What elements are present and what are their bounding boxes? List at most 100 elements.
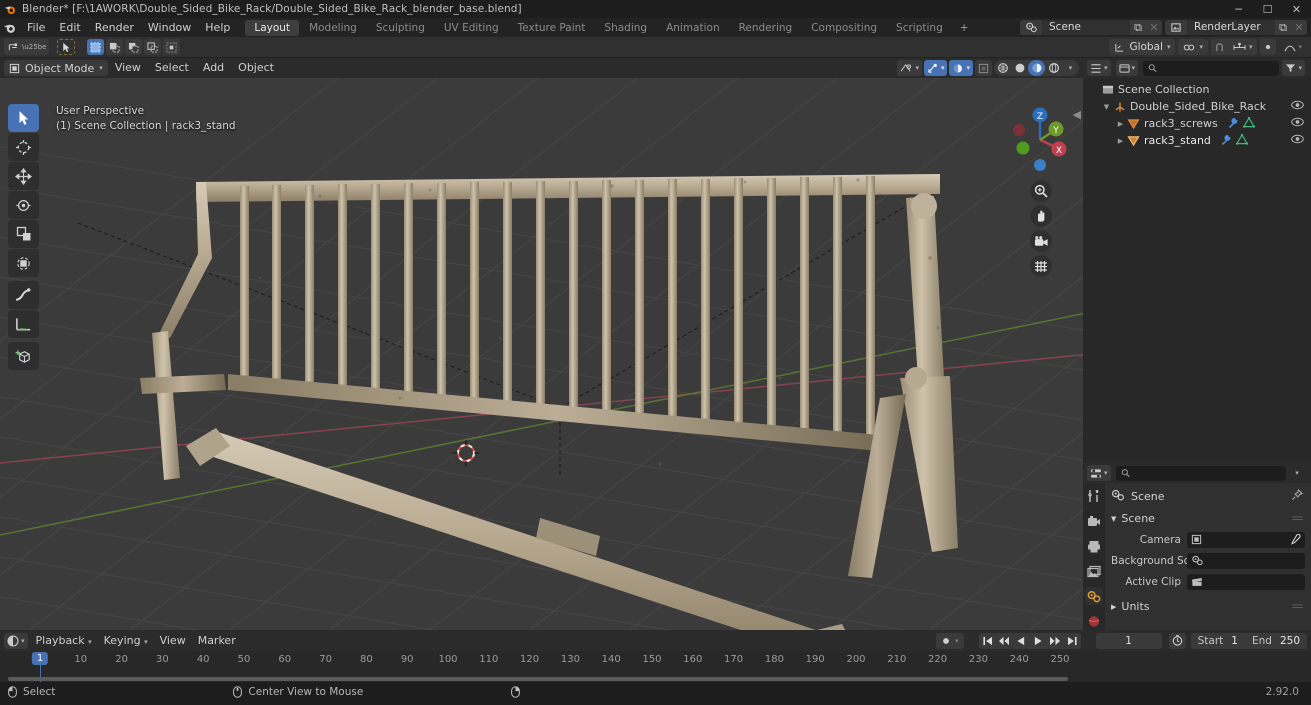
cursor-tool[interactable] <box>8 133 39 161</box>
outliner-row-scene-collection[interactable]: Scene Collection <box>1085 81 1309 98</box>
workspace-tab-sculpting[interactable]: Sculpting <box>367 20 434 36</box>
menu-file[interactable]: File <box>20 18 52 37</box>
modifier-icon[interactable] <box>1220 134 1232 148</box>
workspace-tab-texture-paint[interactable]: Texture Paint <box>509 20 595 36</box>
viewport-menu-object[interactable]: Object <box>231 60 281 76</box>
maximize-button[interactable]: ☐ <box>1253 0 1282 18</box>
current-frame-field[interactable]: 1 <box>1095 632 1162 649</box>
annotate-tool[interactable] <box>8 281 39 309</box>
scene-icon[interactable] <box>1020 20 1042 35</box>
camera-field[interactable] <box>1187 531 1305 548</box>
outliner-editor-type-icon[interactable]: ▾ <box>1087 60 1111 76</box>
viewlayer-name-field[interactable]: RenderLayer <box>1187 20 1275 35</box>
playhead-marker[interactable]: 1 <box>31 652 49 665</box>
play-reverse-button[interactable] <box>1013 633 1030 649</box>
add-workspace-button[interactable]: + <box>953 20 976 36</box>
disclosure-triangle-closed-icon[interactable]: ▶ <box>1115 120 1126 128</box>
pin-icon[interactable] <box>1291 488 1304 504</box>
measure-tool[interactable] <box>8 310 39 338</box>
timeline-menu-playback[interactable]: Playback ▾ <box>30 633 98 649</box>
play-button[interactable] <box>1030 633 1047 649</box>
disclosure-triangle-open-icon[interactable]: ▼ <box>1101 103 1112 111</box>
properties-options-dropdown[interactable]: ▾ <box>1289 465 1305 481</box>
disclosure-triangle-closed-icon[interactable]: ▶ <box>1115 137 1126 145</box>
unlink-scene-button[interactable]: ✕ <box>1146 20 1162 35</box>
pivot-point-dropdown[interactable]: ▾ <box>1178 39 1208 55</box>
background-scene-field[interactable] <box>1187 552 1305 569</box>
xray-toggle[interactable] <box>975 60 992 76</box>
select-intersect-button[interactable] <box>163 39 181 55</box>
material-preview-button[interactable] <box>1028 60 1045 76</box>
modifier-icon[interactable] <box>1227 117 1239 131</box>
timeline-menu-keying[interactable]: Keying ▾ <box>98 633 154 649</box>
outliner-search-input[interactable] <box>1143 60 1280 76</box>
active-tool-icon[interactable]: \u25be <box>4 39 50 55</box>
use-preview-range-button[interactable] <box>1168 632 1186 649</box>
start-frame-field[interactable]: Start 1 <box>1191 635 1245 647</box>
active-clip-field[interactable] <box>1187 573 1305 590</box>
transform-orientation-dropdown[interactable]: Global ▾ <box>1109 39 1176 55</box>
tweak-tool-button[interactable] <box>57 39 76 55</box>
tweak-select-tool[interactable] <box>8 104 39 132</box>
move-tool[interactable] <box>8 162 39 190</box>
visibility-dropdown[interactable]: ▾ <box>897 60 922 76</box>
snap-target-icon[interactable]: ▾ <box>1230 39 1256 55</box>
outliner-display-mode-dropdown[interactable]: ▾ <box>1115 60 1139 76</box>
viewport-canvas[interactable]: User Perspective (1) Scene Collection | … <box>0 78 1083 630</box>
timeline-hscrollbar[interactable] <box>8 677 1068 681</box>
outliner-row-bike-rack[interactable]: ▼ Double_Sided_Bike_Rack <box>1085 98 1309 115</box>
view-layer-icon[interactable] <box>1165 20 1187 35</box>
select-subtract-button[interactable] <box>125 39 143 55</box>
view-axis-gizmo[interactable]: Z X Y <box>1005 104 1075 174</box>
workspace-tab-layout[interactable]: Layout <box>245 19 300 36</box>
close-button[interactable]: ✕ <box>1282 0 1311 18</box>
minimize-button[interactable]: ─ <box>1224 0 1253 18</box>
visibility-eye-icon[interactable] <box>1291 134 1304 147</box>
add-cube-tool[interactable] <box>8 342 39 370</box>
snap-magnet-icon[interactable] <box>1211 39 1228 55</box>
units-panel-header[interactable]: ▶ Units <box>1111 597 1305 616</box>
next-keyframe-button[interactable] <box>1047 633 1064 649</box>
workspace-tab-scripting[interactable]: Scripting <box>887 20 952 36</box>
workspace-tab-shading[interactable]: Shading <box>595 20 656 36</box>
shading-options-dropdown[interactable]: ▾ <box>1062 60 1079 76</box>
mesh-data-icon[interactable] <box>1242 116 1255 131</box>
world-tab[interactable] <box>1085 612 1103 630</box>
select-invert-button[interactable] <box>144 39 162 55</box>
blender-menu-icon[interactable] <box>0 21 20 35</box>
viewport-sidebar-toggle[interactable]: ◀ <box>1073 108 1081 121</box>
render-tab[interactable] <box>1085 512 1103 530</box>
properties-editor-type-icon[interactable]: ▾ <box>1087 465 1111 481</box>
output-tab[interactable] <box>1085 537 1103 555</box>
grid-icon[interactable] <box>1030 255 1052 277</box>
outliner-filter-text[interactable] <box>1161 62 1275 74</box>
solid-shading-button[interactable] <box>1011 60 1028 76</box>
timeline-editor-type-icon[interactable]: ▾ <box>4 632 28 649</box>
menu-edit[interactable]: Edit <box>52 18 87 37</box>
workspace-tab-uv-editing[interactable]: UV Editing <box>435 20 508 36</box>
camera-icon[interactable] <box>1030 230 1052 252</box>
tool-tab[interactable] <box>1085 487 1103 505</box>
transform-tool[interactable] <box>8 249 39 277</box>
end-frame-field[interactable]: End 250 <box>1245 635 1307 647</box>
select-extend-button[interactable] <box>106 39 124 55</box>
workspace-tab-modeling[interactable]: Modeling <box>300 20 366 36</box>
mesh-data-icon[interactable] <box>1235 133 1249 148</box>
outliner-row-rack3-screws[interactable]: ▶ rack3_screws <box>1085 115 1309 132</box>
jump-to-start-button[interactable] <box>979 633 996 649</box>
viewport-menu-view[interactable]: View <box>108 60 148 76</box>
scene-panel-header[interactable]: ▼ Scene <box>1111 509 1305 528</box>
menu-window[interactable]: Window <box>141 18 198 37</box>
bike-rack-model[interactable] <box>0 78 1083 630</box>
workspace-tab-compositing[interactable]: Compositing <box>802 20 886 36</box>
timeline-menu-marker[interactable]: Marker <box>192 633 242 649</box>
scene-name-field[interactable]: Scene <box>1042 20 1130 35</box>
menu-render[interactable]: Render <box>88 18 141 37</box>
viewlayer-tab[interactable] <box>1085 562 1103 580</box>
object-mode-dropdown[interactable]: Object Mode ▾ <box>4 60 108 76</box>
select-set-button[interactable] <box>87 39 105 55</box>
proportional-falloff-button[interactable]: ▾ <box>1281 39 1305 55</box>
new-scene-button[interactable]: ⧉ <box>1130 20 1146 35</box>
proportional-editing-button[interactable] <box>1260 39 1277 55</box>
menu-help[interactable]: Help <box>198 18 237 37</box>
